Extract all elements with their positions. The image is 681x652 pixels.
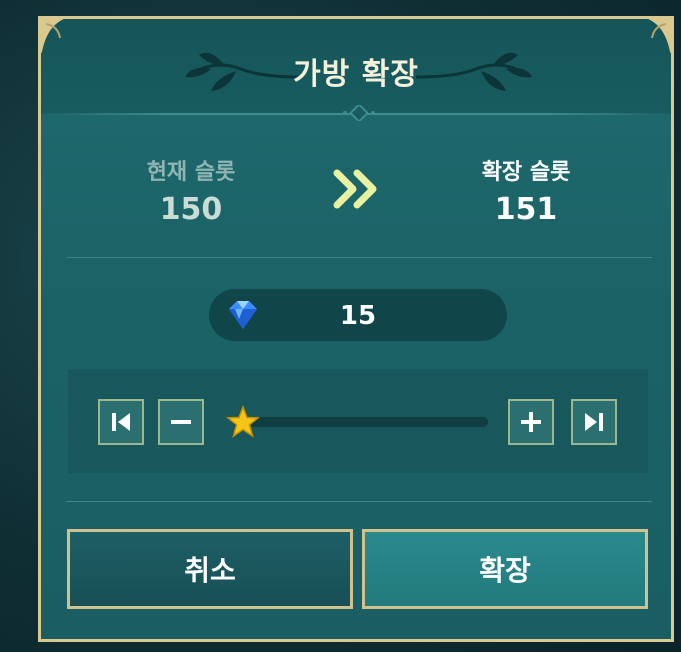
double-chevron-right-icon: [333, 169, 377, 209]
current-slot: 현재 슬롯 150: [91, 154, 291, 227]
current-slot-label: 현재 슬롯: [146, 160, 236, 185]
dialog-header: 가방 확장: [41, 19, 671, 114]
star-icon[interactable]: [226, 405, 260, 439]
expand-button[interactable]: 확장: [362, 529, 648, 609]
expand-button-label: 확장: [479, 554, 531, 587]
quantity-slider-panel: [68, 369, 648, 473]
expanded-slot: 확장 슬롯 151: [426, 154, 626, 227]
cost-value: 15: [339, 301, 377, 331]
dialog-title: 가방 확장: [293, 57, 419, 92]
skip-to-start-button[interactable]: [98, 399, 144, 445]
plus-icon: [521, 412, 541, 432]
bag-expansion-dialog: 가방 확장 현재 슬롯 150 확장 슬롯 151 15 취소 확장: [38, 16, 674, 642]
skip-to-end-icon: [585, 413, 603, 431]
cancel-button[interactable]: 취소: [67, 529, 353, 609]
minus-icon: [171, 420, 191, 424]
section-divider: [66, 257, 652, 258]
expanded-slot-label: 확장 슬롯: [481, 160, 571, 185]
section-divider: [66, 501, 652, 502]
leaf-flourish-icon: [416, 52, 532, 91]
cancel-button-label: 취소: [184, 554, 236, 587]
corner-ornament-icon: [634, 16, 674, 56]
skip-to-end-button[interactable]: [571, 399, 617, 445]
current-slot-value: 150: [159, 192, 223, 227]
corner-ornament-icon: [38, 16, 78, 56]
cost-display: 15: [209, 289, 507, 341]
decrease-button[interactable]: [158, 399, 204, 445]
expanded-slot-value: 151: [494, 192, 558, 227]
divider-ornament-icon: [343, 105, 375, 121]
slider-track[interactable]: [233, 417, 488, 427]
increase-button[interactable]: [508, 399, 554, 445]
skip-to-start-icon: [112, 413, 130, 431]
